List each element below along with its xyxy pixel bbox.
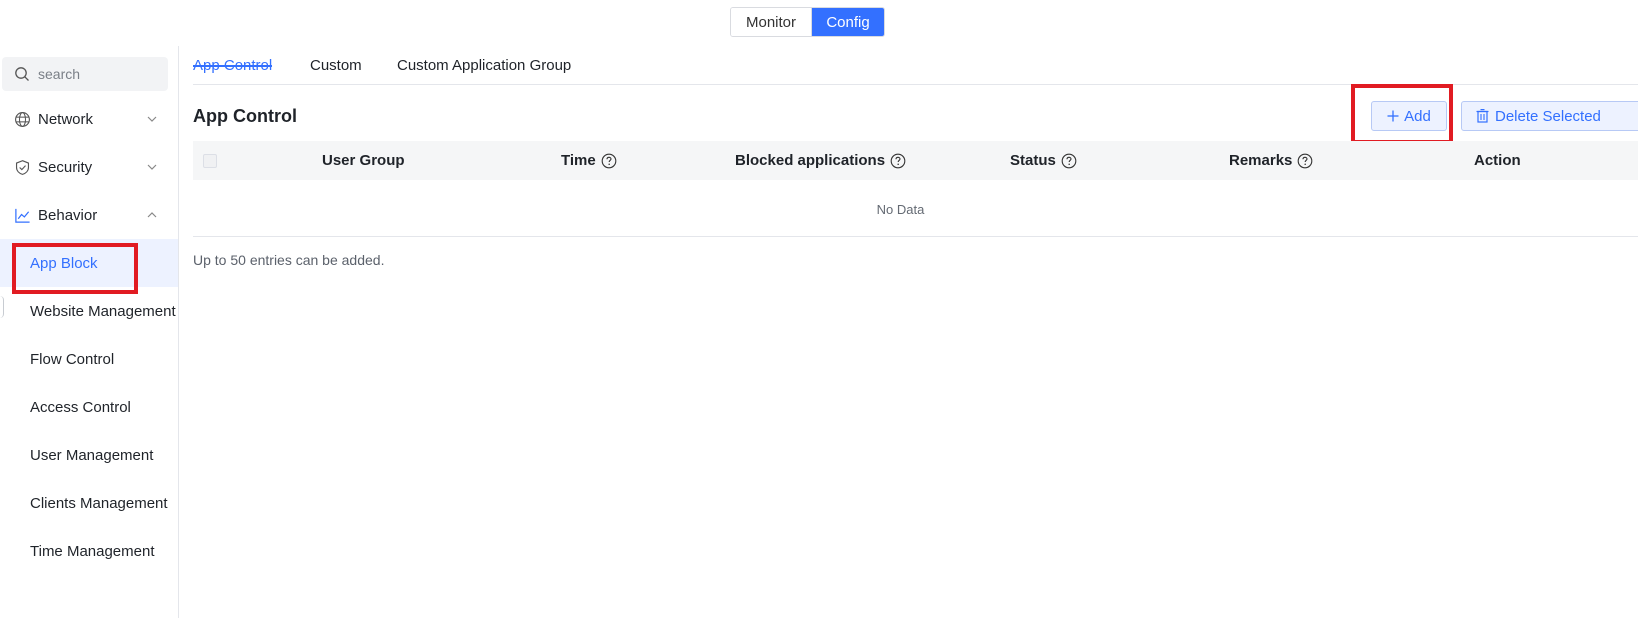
delete-selected-button[interactable]: Delete Selected	[1461, 101, 1638, 131]
chevron-down-icon	[147, 116, 157, 122]
column-header-label: Remarks	[1229, 152, 1293, 169]
column-header-label: Time	[561, 152, 596, 169]
tab-custom[interactable]: Custom	[310, 57, 362, 74]
page: Monitor Config Network	[0, 0, 1638, 618]
help-icon[interactable]	[601, 153, 617, 169]
help-icon[interactable]	[1297, 153, 1313, 169]
sidebar-item-label: User Management	[30, 446, 154, 464]
mode-switch: Monitor Config	[730, 7, 885, 37]
sidebar-item-access-control[interactable]: Access Control	[0, 383, 178, 431]
sidebar-item-label: Website Management	[30, 302, 176, 320]
sidebar-item-label: App Block	[30, 254, 98, 272]
sidebar-item-label: Clients Management	[30, 494, 168, 512]
sidebar-item-time-management[interactable]: Time Management	[0, 527, 178, 575]
column-header-time: Time	[561, 152, 617, 169]
sidebar-item-label: Flow Control	[30, 350, 115, 368]
sidebar-group-behavior[interactable]: Behavior	[0, 195, 178, 235]
monitor-mode-button[interactable]: Monitor	[731, 8, 812, 36]
sidebar-item-clients-management[interactable]: Clients Management	[0, 479, 178, 527]
sidebar-item-label: Access Control	[30, 398, 131, 416]
active-tab-indicator	[193, 65, 272, 67]
shield-icon	[13, 158, 31, 176]
add-button-label: Add	[1404, 107, 1431, 125]
delete-selected-label: Delete Selected	[1495, 107, 1601, 125]
tab-custom-application-group[interactable]: Custom Application Group	[397, 57, 571, 74]
column-header-label: Blocked applications	[735, 152, 886, 169]
sidebar-group-network[interactable]: Network	[0, 99, 178, 139]
tab-bar: App Control Custom Custom Application Gr…	[193, 46, 1638, 85]
column-header-label: Action	[1474, 152, 1521, 169]
trash-icon	[1476, 109, 1489, 123]
table-header: User Group Time Blocked applications Sta…	[193, 141, 1638, 180]
sidebar-item-label: Time Management	[30, 542, 155, 560]
chevron-down-icon	[147, 164, 157, 170]
column-header-action: Action	[1474, 152, 1521, 169]
search-input[interactable]	[38, 66, 158, 82]
empty-state-text: No Data	[876, 202, 925, 217]
column-header-status: Status	[1010, 152, 1077, 169]
help-icon[interactable]	[890, 153, 906, 169]
search-icon	[15, 67, 29, 81]
add-button[interactable]: Add	[1371, 101, 1447, 131]
sidebar-item-app-block[interactable]: App Block	[0, 239, 178, 287]
select-all-checkbox[interactable]	[203, 154, 217, 168]
sidebar-collapse-handle[interactable]	[0, 296, 4, 318]
help-icon[interactable]	[1061, 153, 1077, 169]
column-header-label: User Group	[322, 152, 405, 169]
column-header-user-group: User Group	[322, 152, 405, 169]
chevron-up-icon	[147, 212, 157, 218]
sidebar-group-security[interactable]: Security	[0, 147, 178, 187]
column-header-label: Status	[1010, 152, 1056, 169]
chart-line-icon	[13, 206, 31, 224]
search-box[interactable]	[2, 57, 168, 91]
sidebar-item-user-management[interactable]: User Management	[0, 431, 178, 479]
column-header-remarks: Remarks	[1229, 152, 1313, 169]
sidebar-group-label: Network	[38, 110, 94, 128]
section-title: App Control	[193, 106, 297, 126]
sidebar-group-label: Security	[38, 158, 93, 176]
sidebar-group-label: Behavior	[38, 206, 98, 224]
column-header-blocked-applications: Blocked applications	[735, 152, 906, 169]
sidebar-item-flow-control[interactable]: Flow Control	[0, 335, 178, 383]
entries-limit-hint: Up to 50 entries can be added.	[193, 252, 385, 268]
plus-icon	[1387, 110, 1399, 122]
globe-icon	[13, 110, 31, 128]
config-mode-button[interactable]: Config	[812, 8, 884, 36]
table-empty-row: No Data	[193, 180, 1638, 237]
sidebar-item-website-management[interactable]: Website Management	[0, 287, 178, 335]
